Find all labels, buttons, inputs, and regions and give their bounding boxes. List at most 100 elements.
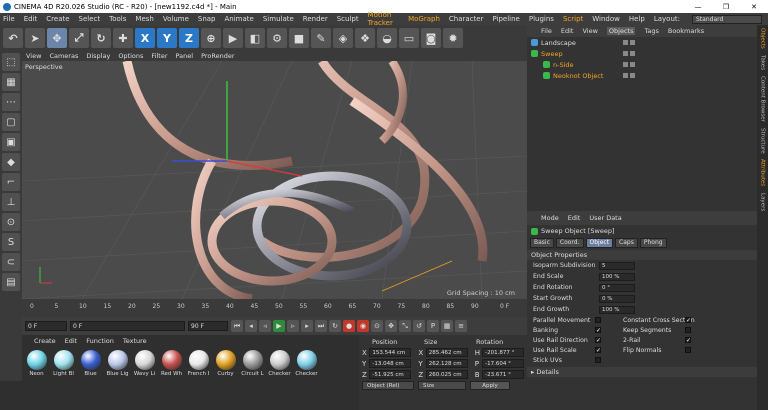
menu-item-plugins[interactable]: Plugins [529, 15, 554, 23]
tab-phong[interactable]: Phong [639, 237, 667, 248]
object-visibility-flags[interactable] [623, 73, 637, 78]
menu-item-animate[interactable]: Animate [225, 15, 254, 23]
object-row[interactable]: Landscape [527, 37, 757, 48]
size-mode-dropdown[interactable]: Size [418, 381, 466, 390]
side-tab-layers[interactable]: Layers [760, 190, 766, 214]
undo-icon[interactable]: ↶ [3, 28, 23, 48]
polygons-mode-icon[interactable]: ▣ [2, 133, 20, 151]
menu-item-render[interactable]: Render [303, 15, 328, 23]
edges-mode-icon[interactable]: ▢ [2, 113, 20, 131]
rotation-field[interactable]: -201.877 ° [482, 348, 525, 357]
material-item[interactable]: Circuit L [240, 347, 265, 377]
object-row[interactable]: Neoknot Object [527, 70, 757, 81]
layout-dropdown[interactable]: Standard [692, 14, 762, 24]
object-menu-file[interactable]: File [541, 27, 552, 35]
coordinate-system-icon[interactable]: ⊕ [201, 28, 221, 48]
size-field[interactable]: 260.025 cm [425, 370, 468, 379]
material-item[interactable]: Neon [24, 347, 49, 377]
go-to-start-button[interactable]: ⏮ [231, 320, 243, 332]
apply-button[interactable]: Apply [470, 381, 510, 390]
side-tab-content-browser[interactable]: Content Browser [760, 73, 766, 125]
scale-icon[interactable]: ⤢ [69, 28, 89, 48]
attribute-menu-user-data[interactable]: User Data [589, 214, 621, 222]
property-value-field[interactable]: 0 ° [599, 283, 635, 292]
material-item[interactable]: Red Wh [159, 347, 184, 377]
tab-coord[interactable]: Coord. [555, 237, 584, 248]
maximize-button[interactable]: ❐ [712, 3, 740, 11]
end-frame-field[interactable]: 90 F [188, 321, 228, 331]
array-icon[interactable]: ❖ [355, 28, 375, 48]
object-visibility-flags[interactable] [623, 62, 637, 67]
current-frame-field[interactable]: 0 F [70, 321, 185, 331]
menu-item-snap[interactable]: Snap [198, 15, 216, 23]
texture-mode-icon[interactable]: ▦ [2, 73, 20, 91]
scale-key-button[interactable]: ⤡ [399, 320, 411, 332]
checkbox[interactable] [685, 347, 691, 353]
viewport[interactable]: Perspective Grid Spacing : 10 cm [22, 61, 527, 299]
cube-icon[interactable]: ■ [289, 28, 309, 48]
object-row[interactable]: Sweep [527, 48, 757, 59]
material-menu-edit[interactable]: Edit [65, 337, 78, 345]
size-field[interactable]: 285.462 cm [425, 348, 468, 357]
attribute-menu-mode[interactable]: Mode [541, 214, 559, 222]
menu-item-window[interactable]: Window [592, 15, 620, 23]
menu-item-character[interactable]: Character [449, 15, 484, 23]
tab-object[interactable]: Object [585, 237, 614, 248]
y-axis-icon[interactable]: Y [157, 28, 177, 48]
property-value-field[interactable]: 0 % [599, 294, 635, 303]
model-mode-icon[interactable]: ◆ [2, 153, 20, 171]
menu-item-tools[interactable]: Tools [109, 15, 126, 23]
position-field[interactable]: -13.048 cm [369, 359, 412, 368]
pla-key-button[interactable]: ▦ [441, 320, 453, 332]
property-value-field[interactable]: 5 [599, 261, 635, 270]
side-tab-structure[interactable]: Structure [760, 125, 766, 157]
menu-item-help[interactable]: Help [629, 15, 645, 23]
object-visibility-flags[interactable] [623, 51, 637, 56]
property-value-field[interactable]: 100 % [599, 305, 635, 314]
material-item[interactable]: Checker [267, 347, 292, 377]
next-key-button[interactable]: ▸ [301, 320, 313, 332]
play-button[interactable]: ▶ [273, 320, 285, 332]
checkbox[interactable] [595, 357, 601, 363]
menu-item-script[interactable]: Script [563, 15, 583, 23]
menu-item-create[interactable]: Create [46, 15, 69, 23]
param-key-button[interactable]: P [427, 320, 439, 332]
checkbox[interactable] [595, 317, 601, 323]
menu-item-sculpt[interactable]: Sculpt [337, 15, 359, 23]
keyframe-selection-button[interactable]: ⊙ [371, 320, 383, 332]
menu-item-file[interactable]: File [3, 15, 15, 23]
object-row[interactable]: n-Side [527, 59, 757, 70]
material-item[interactable]: Curby [213, 347, 238, 377]
checkbox[interactable] [685, 327, 691, 333]
tab-basic[interactable]: Basic [530, 237, 554, 248]
next-frame-button[interactable]: ▹ [287, 320, 299, 332]
prev-key-button[interactable]: ◂ [245, 320, 257, 332]
material-menu-texture[interactable]: Texture [123, 337, 147, 345]
workplane-icon[interactable]: ⌐ [2, 173, 20, 191]
object-menu-bookmarks[interactable]: Bookmarks [668, 27, 704, 35]
tab-caps[interactable]: Caps [615, 237, 638, 248]
material-menu-create[interactable]: Create [34, 337, 56, 345]
rotation-key-button[interactable]: ↺ [413, 320, 425, 332]
property-value-field[interactable]: 100 % [599, 272, 635, 281]
make-editable-icon[interactable]: ⬚ [2, 53, 20, 71]
axis-mode-icon[interactable]: ⊥ [2, 193, 20, 211]
object-menu-tags[interactable]: Tags [644, 27, 658, 35]
render-picture-icon[interactable]: ◧ [245, 28, 265, 48]
go-to-end-button[interactable]: ⏭ [315, 320, 327, 332]
deformer-icon[interactable]: ◒ [377, 28, 397, 48]
timeline-window-button[interactable]: ≡ [455, 320, 467, 332]
grid-icon[interactable]: ▤ [2, 273, 20, 291]
position-key-button[interactable]: ✥ [385, 320, 397, 332]
object-menu-view[interactable]: View [582, 27, 597, 35]
checkbox[interactable]: ✓ [595, 337, 601, 344]
prev-frame-button[interactable]: ◃ [259, 320, 271, 332]
render-view-icon[interactable]: ▶ [223, 28, 243, 48]
object-menu-objects[interactable]: Objects [606, 27, 636, 35]
side-tab-objects[interactable]: Objects [760, 25, 766, 52]
minimize-button[interactable]: — [684, 3, 712, 11]
rotation-field[interactable]: -17.604 ° [482, 359, 525, 368]
checkbox[interactable]: ✓ [685, 317, 691, 324]
add-icon[interactable]: ✚ [113, 28, 133, 48]
cursor-icon[interactable]: ➤ [25, 28, 45, 48]
